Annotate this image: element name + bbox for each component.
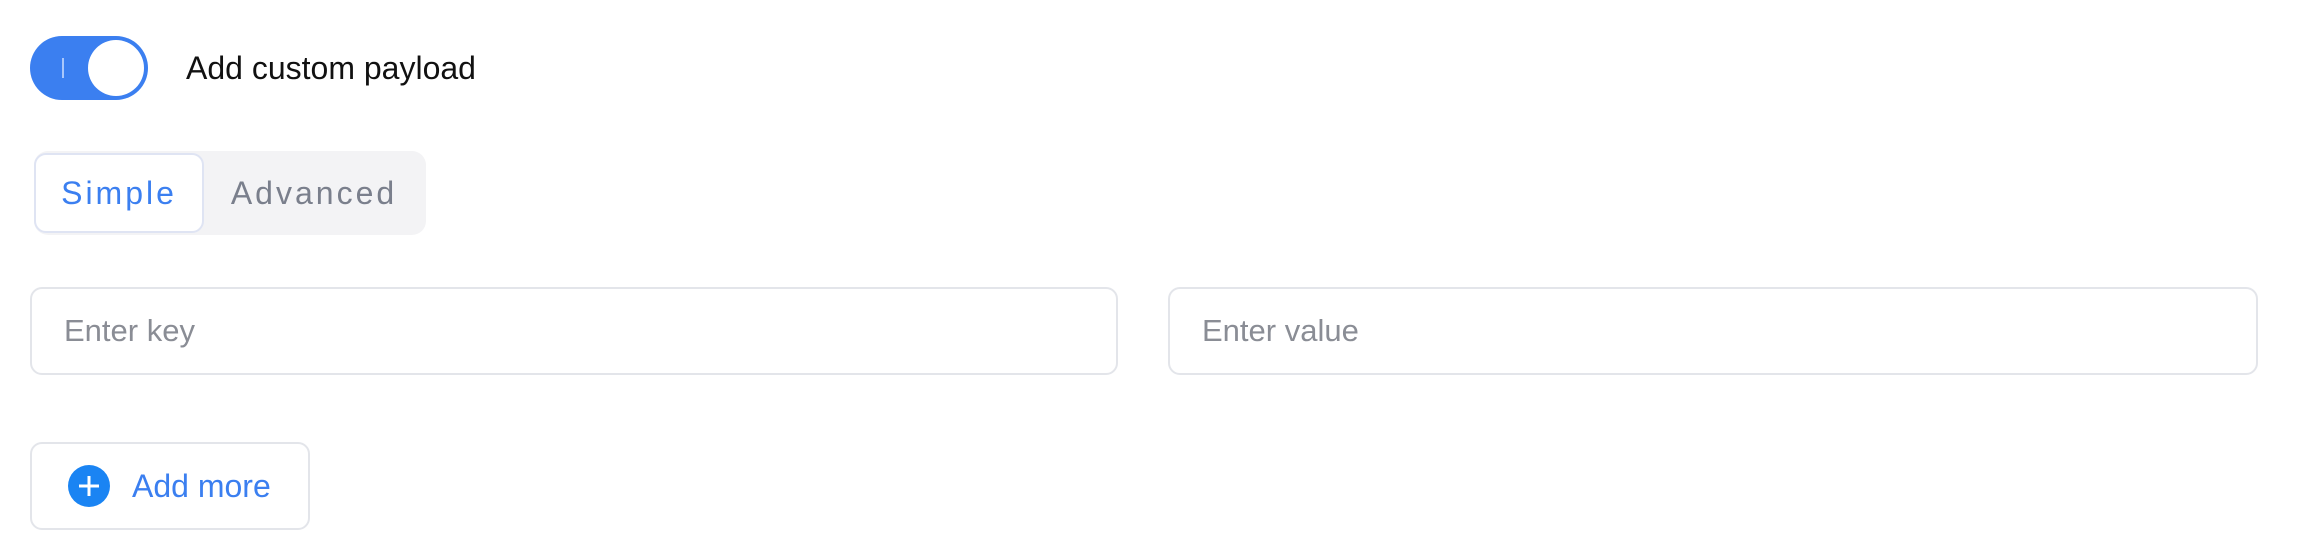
- value-input[interactable]: [1170, 289, 2256, 373]
- add-more-label: Add more: [132, 467, 271, 504]
- custom-payload-toggle[interactable]: [30, 36, 148, 100]
- payload-toggle-row: Add custom payload: [30, 36, 476, 100]
- key-input[interactable]: [32, 289, 1116, 373]
- toggle-on-mark-icon: [62, 58, 64, 78]
- tab-advanced[interactable]: Advanced: [204, 153, 424, 233]
- toggle-knob: [88, 40, 144, 96]
- value-field: [1168, 287, 2258, 375]
- custom-payload-label: Add custom payload: [186, 49, 476, 86]
- key-field: [30, 287, 1118, 375]
- tab-simple[interactable]: Simple: [34, 153, 204, 233]
- plus-circle-icon: [68, 465, 110, 507]
- add-more-button[interactable]: Add more: [30, 442, 310, 530]
- payload-mode-tabs: Simple Advanced: [34, 151, 426, 235]
